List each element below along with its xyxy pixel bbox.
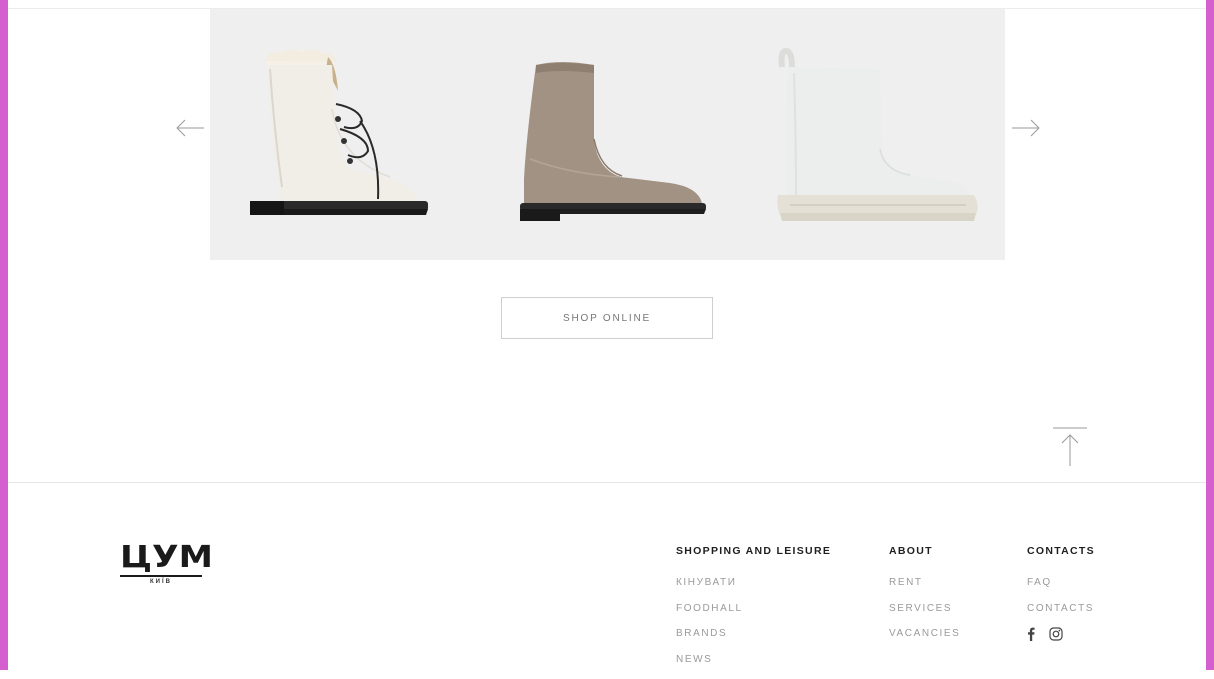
logo-wordmark: ЦУМ: [120, 540, 213, 575]
footer-link-vacancies[interactable]: VACANCIES: [889, 628, 960, 640]
carousel-next-button[interactable]: [1008, 114, 1042, 142]
window-frame-left: [0, 0, 8, 670]
product-card-white-chunky-boot[interactable]: [770, 9, 980, 260]
footer-column-shopping: SHOPPING AND LEISURE КІНУВАТИ FOODHALL B…: [676, 545, 831, 679]
logo-rule: [120, 575, 202, 577]
footer-link-brands[interactable]: BRANDS: [676, 628, 831, 640]
logo-city: КИЇВ: [150, 579, 172, 585]
product-card-taupe-sock-boot[interactable]: [510, 9, 710, 260]
window-frame-right: [1206, 0, 1214, 670]
arrow-left-icon: [176, 119, 204, 137]
product-image-white-chunky-boot: [777, 47, 978, 221]
product-carousel: [210, 9, 1005, 260]
footer-link-rent[interactable]: RENT: [889, 577, 960, 589]
tsum-logo[interactable]: ЦУМ КИЇВ: [120, 543, 213, 591]
footer-heading-shopping: SHOPPING AND LEISURE: [676, 545, 832, 557]
shop-online-button[interactable]: SHOP ONLINE: [501, 297, 713, 339]
footer-column-about: ABOUT RENT SERVICES VACANCIES: [889, 545, 960, 654]
footer-column-contacts: CONTACTS FAQ CONTACTS: [1027, 545, 1095, 641]
arrow-up-icon: [1053, 427, 1087, 466]
product-image-taupe-sock-boot: [520, 62, 706, 221]
footer-link-news[interactable]: NEWS: [676, 654, 831, 666]
footer-heading-about: ABOUT: [889, 545, 933, 557]
footer-link-services[interactable]: SERVICES: [889, 603, 960, 615]
facebook-icon[interactable]: [1027, 627, 1035, 641]
footer-divider: [8, 482, 1206, 483]
arrow-right-icon: [1012, 119, 1040, 137]
footer-link-faq[interactable]: FAQ: [1027, 577, 1095, 589]
footer-heading-contacts: CONTACTS: [1027, 545, 1095, 557]
product-image-white-lace-up-boot: [250, 49, 428, 215]
footer-link-foodhall[interactable]: FOODHALL: [676, 603, 831, 615]
social-links: [1027, 627, 1095, 641]
back-to-top-button[interactable]: [1052, 426, 1088, 468]
footer-link-contacts[interactable]: CONTACTS: [1027, 603, 1095, 615]
instagram-icon[interactable]: [1049, 627, 1063, 641]
footer-link-kinuvaty[interactable]: КІНУВАТИ: [676, 577, 831, 589]
product-card-white-lace-up-boot[interactable]: [240, 9, 440, 260]
carousel-prev-button[interactable]: [174, 114, 208, 142]
